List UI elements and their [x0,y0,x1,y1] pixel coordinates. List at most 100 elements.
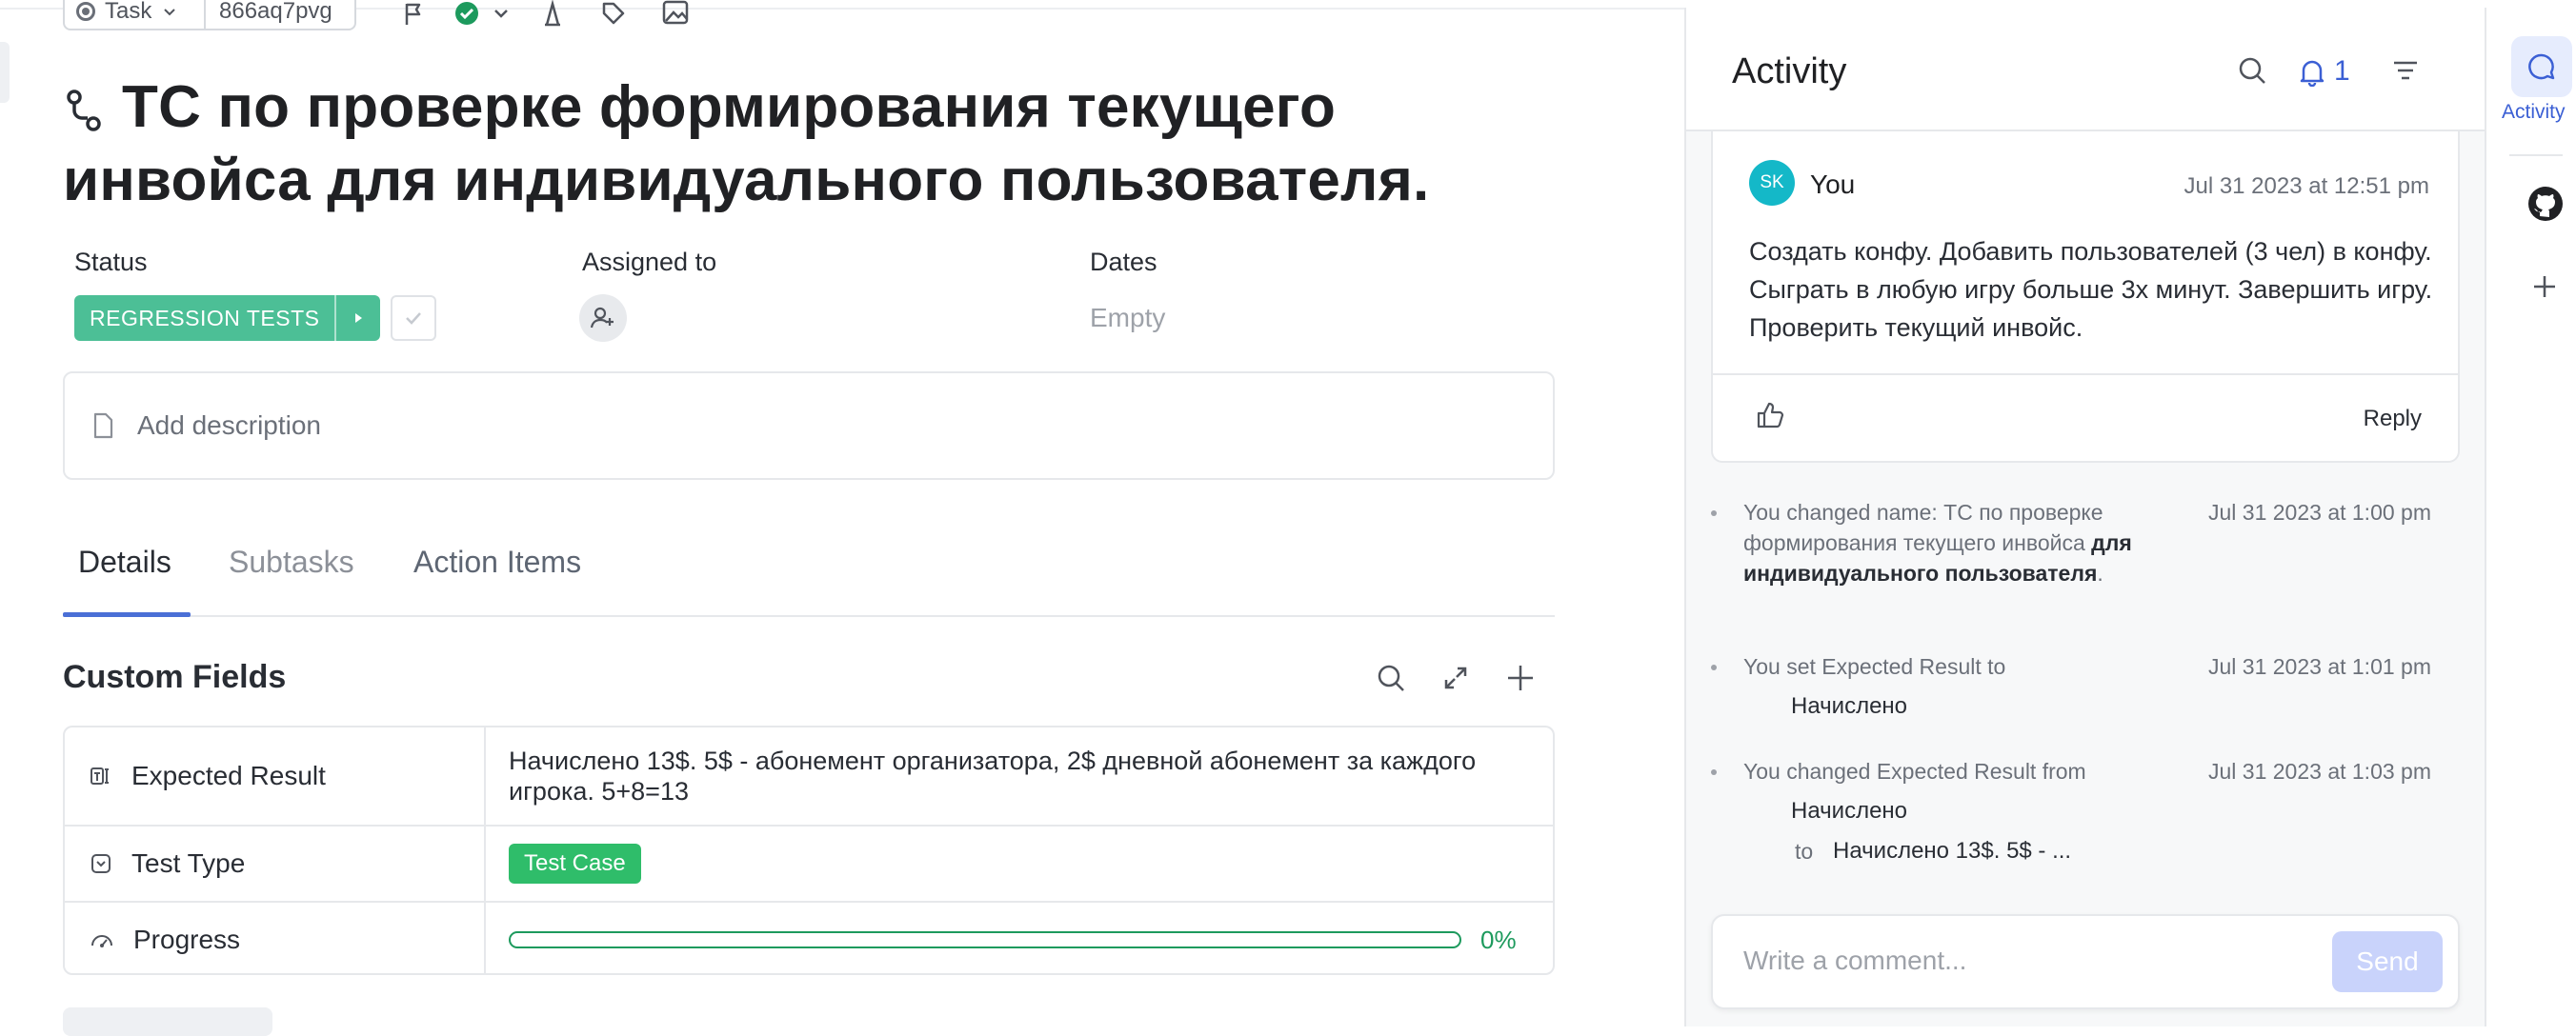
comment-card: SK You Jul 31 2023 at 12:51 pm Создать к… [1711,131,2460,463]
log-text: You changed Expected Result from [1743,759,2086,784]
send-button[interactable]: Send [2332,931,2443,992]
comment-input[interactable] [1741,945,2298,977]
log-text: You set Expected Result to [1743,654,2006,679]
next-status-button[interactable] [334,295,380,341]
dates-value[interactable]: Empty [1090,303,1165,333]
reply-button[interactable]: Reply [2364,406,2422,432]
status-label: Status [74,248,148,276]
progress-percent: 0% [1480,926,1517,954]
check-icon [406,312,421,325]
progress-value-cell: 0% [509,903,1519,973]
custom-field-name-cell: Progress [65,903,486,973]
comment-body: Создать конфу. Добавить пользователей (3… [1749,237,2433,342]
custom-field-row: Expected Result Начислено 13$. 5$ - абон… [65,727,1553,825]
tab-subtasks[interactable]: Subtasks [229,545,354,580]
bell-icon [2300,60,2324,87]
dates-label: Dates [1090,248,1157,276]
log-bullet [1711,665,1717,670]
log-to-word: to [1795,839,1814,864]
custom-field-row: Progress 0% [65,901,1553,973]
task-title-line-1[interactable]: ТС по проверке формирования текущего [122,70,1513,144]
log-text-suffix: . [2097,561,2103,586]
log-bullet [1711,510,1717,516]
custom-field-name: Progress [133,925,241,954]
document-icon [93,412,113,439]
expand-icon[interactable] [1440,663,1471,693]
status-button[interactable]: REGRESSION TESTS [74,295,381,341]
comment-author: You [1810,169,1856,199]
custom-field-name: Expected Result [131,761,326,790]
tab-action-items[interactable]: Action Items [413,545,581,580]
pill-separator [204,0,206,29]
subtask-branch-icon [67,90,101,131]
activity-log-item: You changed name: ТС по проверке формиро… [1711,497,2431,621]
log-timestamp: Jul 31 2023 at 1:01 pm [2208,654,2431,679]
rail-activity-button[interactable] [2511,36,2572,97]
partial-button[interactable] [63,1007,272,1036]
add-user-icon [590,307,614,329]
add-description-placeholder: Add description [137,410,322,440]
chevron-down-icon[interactable] [492,4,511,23]
search-icon[interactable] [1376,663,1406,693]
assigned-to-label: Assigned to [582,248,717,276]
chat-bubble-icon [2528,53,2555,80]
custom-field-name: Test Type [131,848,246,878]
expected-result-value[interactable]: Начислено 13$. 5$ - абонемент организато… [509,727,1519,825]
status-complete-icon[interactable] [453,0,480,27]
tab-details[interactable]: Details [78,545,171,580]
task-id[interactable]: 866aq7pvg [219,0,332,25]
task-type-id-pill[interactable]: Task 866aq7pvg [63,0,356,30]
activity-panel: Activity 1 SK You Jul 31 2023 at 12:51 p… [1684,8,2485,1026]
avatar: SK [1749,160,1795,206]
add-assignee-button[interactable] [579,294,627,342]
dropdown-field-icon [91,854,111,873]
filter-icon[interactable] [2391,57,2420,84]
log-timestamp: Jul 31 2023 at 1:00 pm [2208,500,2431,525]
task-title-line-2[interactable]: инвойса для индивидуального пользователя… [63,144,1429,217]
search-icon[interactable] [2237,55,2267,86]
custom-fields-title: Custom Fields [63,659,287,695]
rail-divider [2509,154,2563,156]
rail-activity-label: Activity [2502,101,2566,123]
plus-icon[interactable] [1505,663,1536,693]
add-description-field[interactable]: Add description [63,371,1555,480]
comment-composer: Send [1711,914,2460,1009]
notifications-button[interactable]: 1 [2298,55,2350,88]
log-from-value: Начислено [1791,798,1908,824]
comment-divider [1713,373,2458,375]
custom-field-name-cell: Test Type [65,827,486,901]
log-to-value: Начислено 13$. 5$ - ... [1833,838,2072,864]
progress-field-icon [91,935,112,947]
task-type-icon [76,2,95,21]
log-timestamp: Jul 31 2023 at 1:03 pm [2208,759,2431,784]
activity-title: Activity [1732,51,1847,91]
custom-field-row: Test Type Test Case [65,825,1553,901]
activity-log-item: You set Expected Result to Jul 31 2023 a… [1711,651,2431,727]
log-bullet [1711,769,1717,775]
task-type-label: Task [105,0,152,24]
mark-complete-button[interactable] [391,295,436,341]
task-type-selector[interactable]: Task [76,0,178,25]
left-sidebar-tab[interactable] [0,42,10,103]
log-value: Начислено [1791,693,1908,719]
user-icon[interactable] [539,0,566,27]
activity-log-item: You changed Expected Result from Jul 31 … [1711,756,2431,870]
active-tab-indicator [63,612,191,617]
comment-timestamp: Jul 31 2023 at 12:51 pm [2184,173,2429,199]
flag-icon[interactable] [400,0,427,27]
activity-header: Activity 1 [1686,8,2485,131]
test-type-tag[interactable]: Test Case [509,844,641,884]
github-icon[interactable] [2526,185,2565,223]
right-rail: Activity [2485,8,2576,1026]
tabs-divider [63,615,1555,617]
custom-fields-table: Expected Result Начислено 13$. 5$ - абон… [63,726,1555,975]
progress-bar [509,931,1461,948]
test-type-value-cell[interactable]: Test Case [509,827,1519,901]
log-text-prefix: You changed name: ТС по проверке формиро… [1743,500,2103,555]
tag-icon[interactable] [600,0,627,27]
image-icon[interactable] [661,0,690,27]
custom-field-name-cell: Expected Result [65,727,486,825]
plus-icon[interactable] [2530,272,2559,301]
log-text: You changed name: ТС по проверке формиро… [1743,497,2153,588]
thumbs-up-icon[interactable] [1755,400,1785,430]
